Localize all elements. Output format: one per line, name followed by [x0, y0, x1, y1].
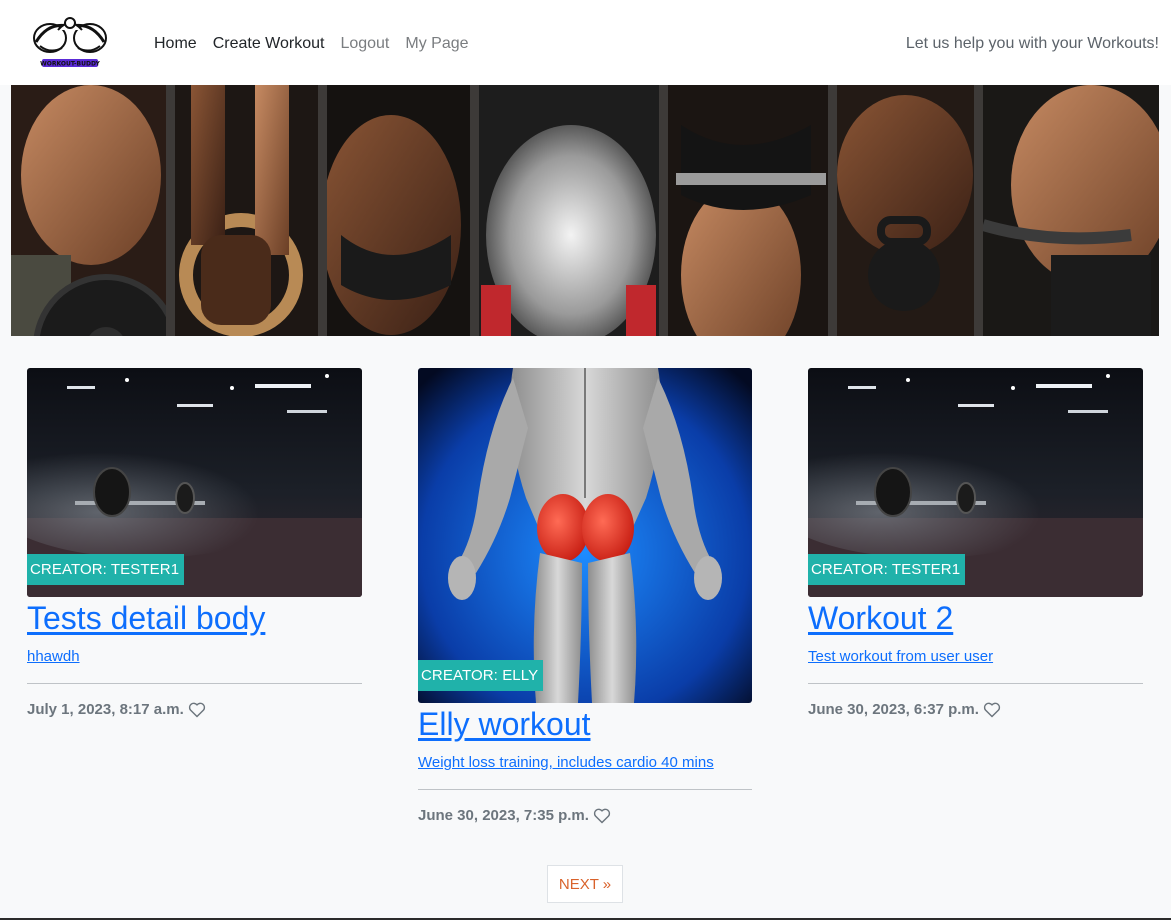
nav-link-create-workout[interactable]: Create Workout [213, 34, 325, 54]
heart-icon[interactable] [983, 702, 1001, 718]
hero-banner [11, 85, 1159, 336]
workout-card: CREATOR: TESTER1 Workout 2 Test workout … [808, 368, 1143, 718]
main-nav: Home Create Workout Logout My Page [154, 34, 485, 54]
nav-link-logout[interactable]: Logout [340, 34, 389, 54]
card-divider [27, 683, 362, 684]
card-title-link[interactable]: Workout 2 [808, 599, 1143, 637]
card-date: June 30, 2023, 6:37 p.m. [808, 701, 979, 718]
card-title-link[interactable]: Tests detail body [27, 599, 362, 637]
card-image-muscles[interactable]: CREATOR: ELLY [418, 368, 752, 703]
card-image-barbell[interactable]: CREATOR: TESTER1 [27, 368, 362, 597]
card-image-barbell[interactable]: CREATOR: TESTER1 [808, 368, 1143, 597]
card-description-link[interactable]: Test workout from user user [808, 648, 1143, 666]
nav-link-my-page[interactable]: My Page [405, 34, 468, 54]
card-divider [808, 683, 1143, 684]
tagline: Let us help you with your Workouts! [905, 35, 1159, 52]
workout-card: CREATOR: TESTER1 Tests detail body hhawd… [27, 368, 362, 718]
creator-badge: CREATOR: TESTER1 [27, 554, 185, 585]
logo-text: WORKOUT-BUDDY [40, 61, 100, 68]
creator-badge: CREATOR: ELLY [418, 660, 544, 691]
card-date: July 1, 2023, 8:17 a.m. [27, 701, 184, 718]
hero-collage-image [11, 85, 1159, 336]
card-date: June 30, 2023, 7:35 p.m. [418, 807, 589, 824]
card-title-link[interactable]: Elly workout [418, 705, 753, 743]
creator-badge: CREATOR: TESTER1 [808, 554, 966, 585]
card-divider [418, 789, 752, 790]
heart-icon[interactable] [188, 702, 206, 718]
workout-card: CREATOR: ELLY Elly workout Weight loss t… [418, 368, 753, 824]
logo[interactable]: WORKOUT-BUDDY [28, 12, 112, 72]
card-meta: June 30, 2023, 7:35 p.m. [418, 807, 753, 824]
card-meta: July 1, 2023, 8:17 a.m. [27, 701, 362, 718]
heart-icon[interactable] [593, 808, 611, 824]
navbar: WORKOUT-BUDDY Home Create Workout Logout… [0, 0, 1171, 85]
card-description-link[interactable]: hhawdh [27, 648, 362, 666]
card-meta: June 30, 2023, 6:37 p.m. [808, 701, 1143, 718]
nav-link-home[interactable]: Home [154, 34, 197, 54]
card-description-link[interactable]: Weight loss training, includes cardio 40… [418, 754, 753, 772]
next-page-button[interactable]: NEXT » [547, 865, 623, 903]
